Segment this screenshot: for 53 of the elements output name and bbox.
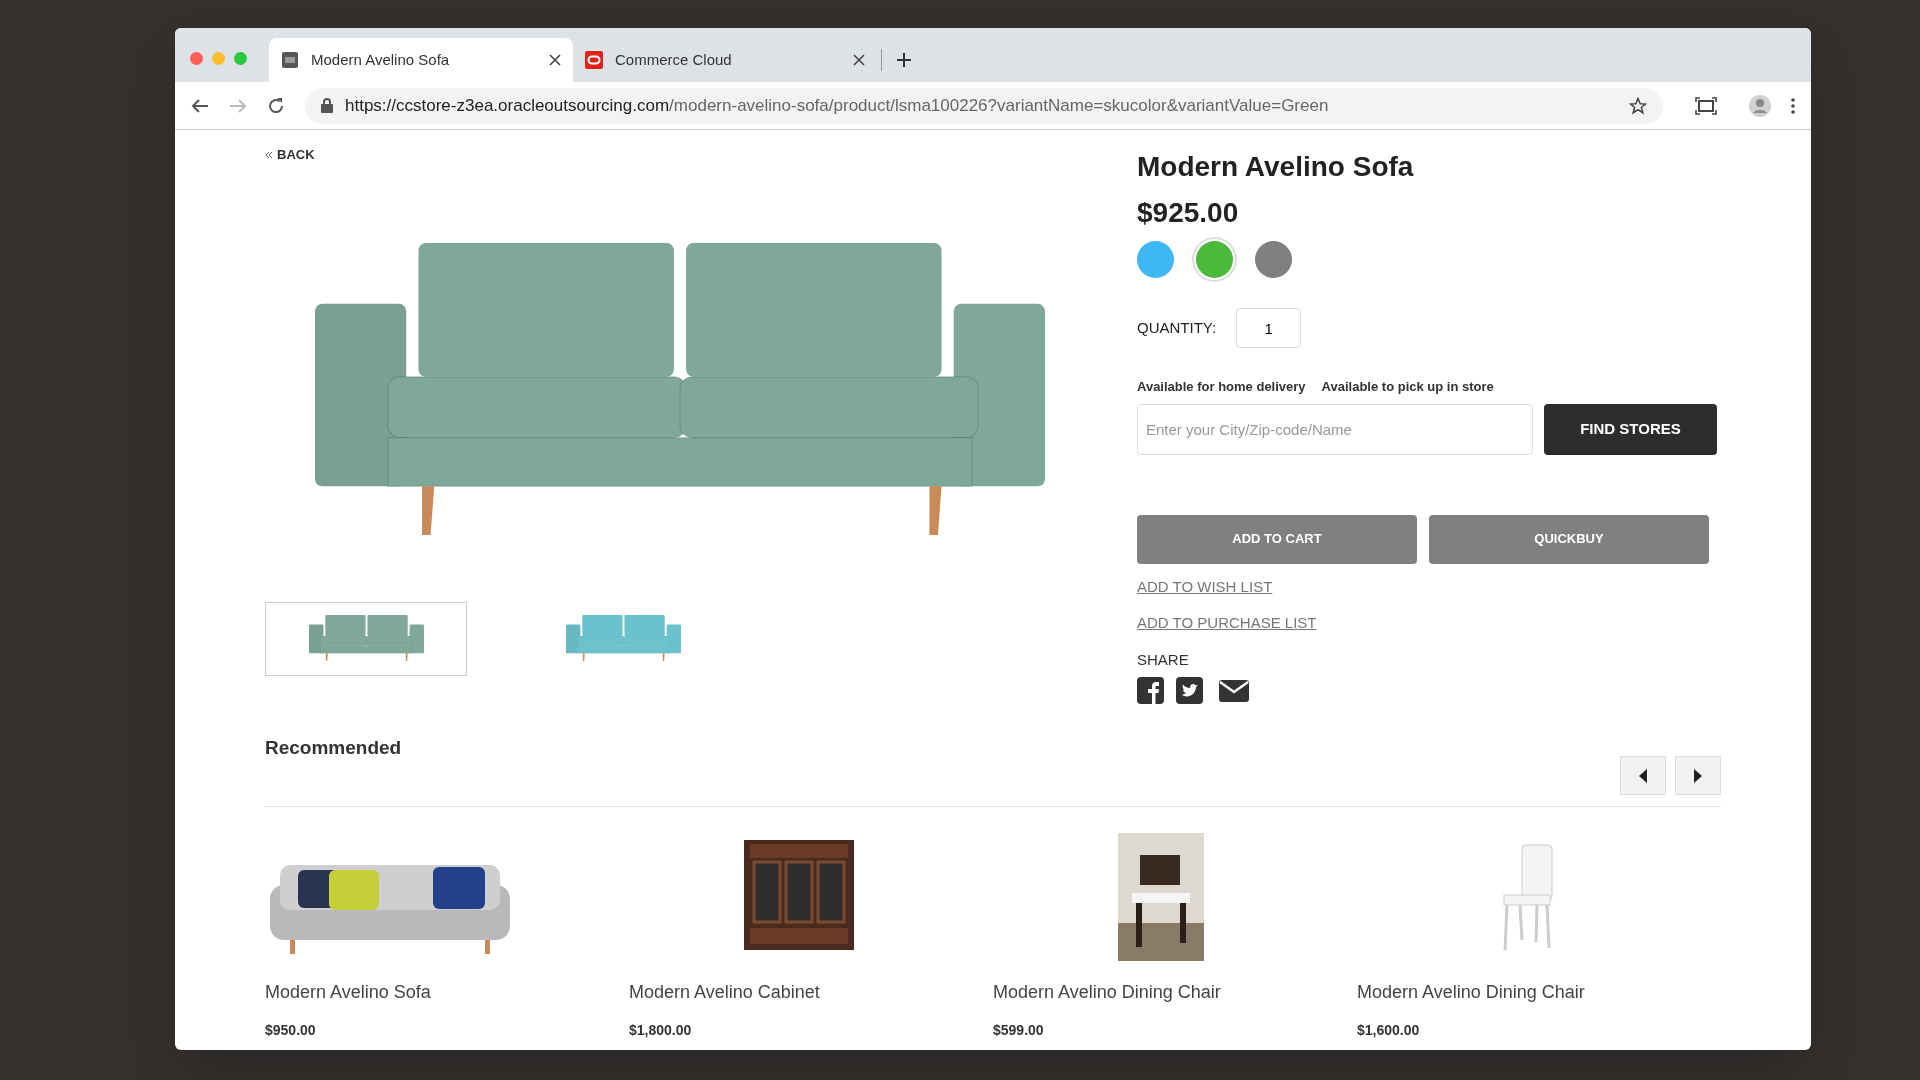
color-swatch[interactable] [1137, 241, 1174, 278]
plus-icon[interactable] [896, 52, 912, 68]
share-label: SHARE [1137, 649, 1190, 670]
star-icon[interactable] [1629, 96, 1647, 115]
previous-button[interactable] [1620, 756, 1666, 795]
back-arrow-icon[interactable] [191, 97, 209, 114]
product-name-link[interactable]: Modern Avelino Dining Chair [1357, 979, 1585, 1006]
close-icon[interactable] [549, 54, 561, 66]
product-price: $925.00 [1137, 197, 1240, 229]
quantity-field[interactable]: 1 [1236, 308, 1302, 348]
product-title: Modern Avelino Sofa [1137, 151, 1415, 183]
back-link[interactable]: BACK [265, 145, 1137, 165]
facebook-icon[interactable] [1137, 677, 1164, 704]
color-swatch[interactable] [1255, 241, 1292, 278]
product-price: $950.00 [265, 1021, 316, 1040]
lock-icon [321, 98, 333, 113]
screen-capture-icon[interactable] [1695, 96, 1717, 115]
tab-title: Commerce Cloud [615, 49, 733, 70]
chevrons-icon [265, 150, 273, 159]
quantity-label: QUANTITY: [1137, 317, 1217, 338]
list-link[interactable]: ADD TO PURCHASE LIST [1137, 612, 1317, 635]
add-to-cart-button[interactable]: ADD TO CART [1137, 514, 1417, 564]
url-text: https://ccstore-z3ea.oracleoutsourcing.com/modern-avelino-sofa/product/lsma100226?variantName=skucolor&variantValue=Green [345, 94, 1329, 117]
left-triangle-icon [1638, 768, 1648, 783]
availability-option[interactable]: Available to pick up in store [1321, 377, 1494, 397]
product-thumbnail[interactable] [265, 601, 467, 676]
product-name-link[interactable]: Modern Avelino Cabinet [629, 979, 820, 1006]
bird-icon[interactable] [1176, 677, 1203, 704]
reload-icon[interactable] [267, 96, 285, 115]
more-menu-icon[interactable] [1791, 97, 1795, 114]
photo-placeholder[interactable] [1118, 833, 1204, 961]
list-link[interactable]: ADD TO WISH LIST [1137, 575, 1273, 598]
store-search-field[interactable]: Enter your City/Zip-code/Name [1137, 403, 1533, 455]
section-title: Recommended [265, 736, 402, 760]
product-name-link[interactable]: Modern Avelino Sofa [265, 979, 431, 1006]
browser-tab[interactable]: Commerce Cloud [573, 38, 877, 82]
address-bar[interactable]: https://ccstore-z3ea.oracleoutsourcing.com/modern-avelino-sofa/product/lsma100226?variantName=skucolor&variantValue=Green [305, 87, 1663, 124]
product-price: $599.00 [993, 1021, 1044, 1040]
browser-tab[interactable]: Modern Avelino Sofa [269, 38, 573, 82]
product-name-link[interactable]: Modern Avelino Dining Chair [993, 979, 1221, 1006]
product-price: $1,800.00 [629, 1021, 692, 1040]
profile-icon[interactable] [1749, 94, 1771, 117]
quickbuy-button[interactable]: QUICKBUY [1429, 514, 1709, 564]
logo-icon [585, 51, 603, 69]
find-stores-button[interactable]: FIND STORES [1544, 403, 1717, 455]
availability-option[interactable]: Available for home delivery [1137, 377, 1306, 397]
page-icon [281, 51, 299, 69]
envelope-icon[interactable] [1219, 679, 1249, 702]
right-triangle-icon [1693, 768, 1703, 783]
next-button[interactable] [1675, 756, 1721, 795]
tab-title: Modern Avelino Sofa [311, 49, 451, 70]
close-icon[interactable] [853, 54, 865, 66]
product-price: $1,600.00 [1357, 1021, 1420, 1040]
